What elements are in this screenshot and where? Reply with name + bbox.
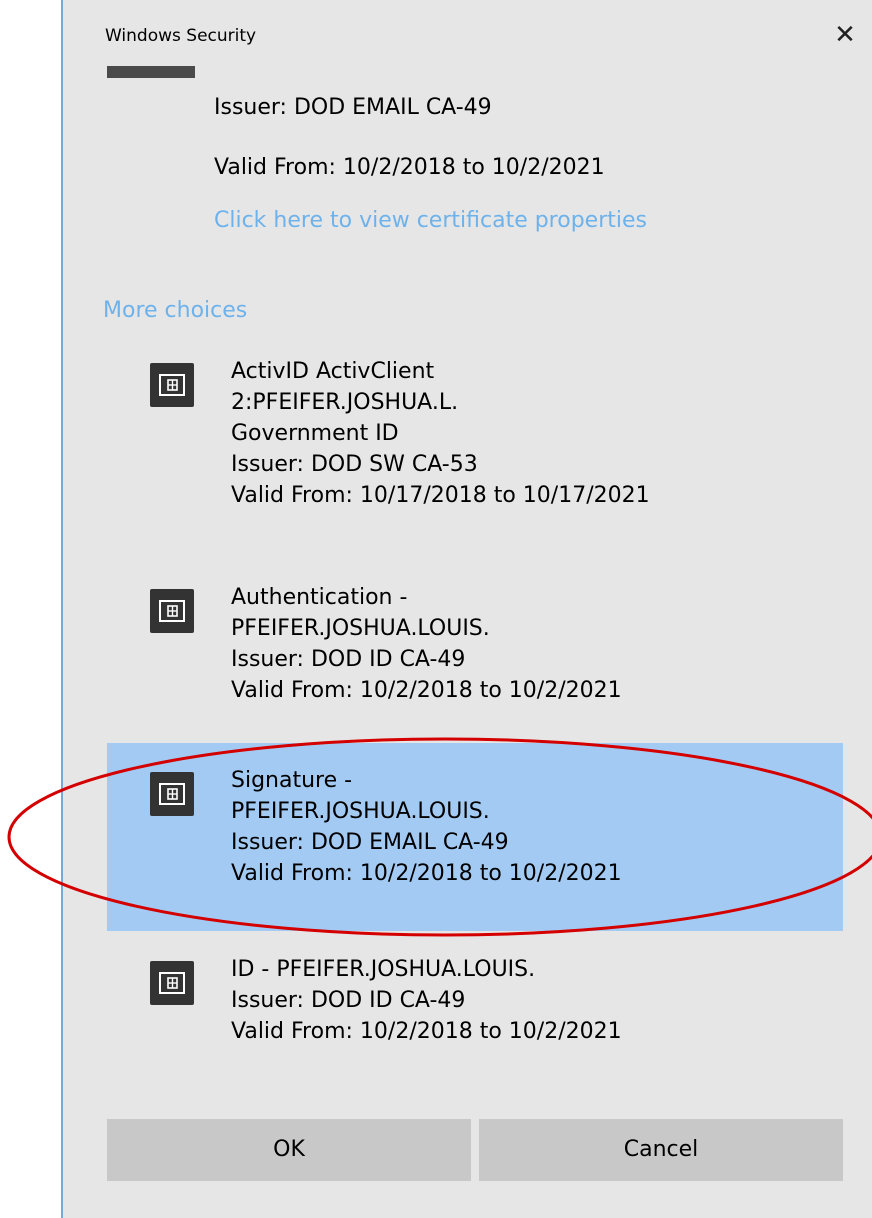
cert-line: Issuer: DOD ID CA-49 xyxy=(231,988,466,1013)
cert-line: Valid From: 10/17/2018 to 10/17/2021 xyxy=(231,483,650,508)
windows-security-dialog: Windows Security ✕ Issuer: DOD EMAIL CA-… xyxy=(61,0,872,1218)
cert-line: Valid From: 10/2/2018 to 10/2/2021 xyxy=(231,861,622,886)
cert-line: PFEIFER.JOSHUA.LOUIS. xyxy=(231,799,490,824)
cert-line: Valid From: 10/2/2018 to 10/2/2021 xyxy=(231,1019,622,1044)
cert-line: 2:PFEIFER.JOSHUA.L. xyxy=(231,390,459,415)
more-choices-link[interactable]: More choices xyxy=(103,298,247,323)
cert-line: Signature - xyxy=(231,768,353,793)
dialog-title: Windows Security xyxy=(105,26,257,46)
cert-line: Issuer: DOD EMAIL CA-49 xyxy=(231,830,509,855)
selected-cert-valid: Valid From: 10/2/2018 to 10/2/2021 xyxy=(214,155,605,180)
cert-line: ActivID ActivClient xyxy=(231,359,435,384)
smart-card-icon xyxy=(150,961,194,1005)
cert-item-signature[interactable]: Signature - PFEIFER.JOSHUA.LOUIS. Issuer… xyxy=(107,743,843,931)
smart-card-icon xyxy=(150,589,194,633)
cert-line: Issuer: DOD SW CA-53 xyxy=(231,452,478,477)
ok-button[interactable]: OK xyxy=(107,1119,471,1181)
selected-cert-issuer: Issuer: DOD EMAIL CA-49 xyxy=(214,95,492,120)
close-button[interactable]: ✕ xyxy=(828,18,862,52)
cert-line: ID - PFEIFER.JOSHUA.LOUIS. xyxy=(231,957,536,982)
cert-line: Issuer: DOD ID CA-49 xyxy=(231,647,466,672)
cancel-button[interactable]: Cancel xyxy=(479,1119,843,1181)
cert-line: Valid From: 10/2/2018 to 10/2/2021 xyxy=(231,678,622,703)
cert-item-activclient[interactable]: ActivID ActivClient 2:PFEIFER.JOSHUA.L. … xyxy=(107,352,843,532)
cert-item-authentication[interactable]: Authentication - PFEIFER.JOSHUA.LOUIS. I… xyxy=(107,578,843,720)
cert-item-id[interactable]: ID - PFEIFER.JOSHUA.LOUIS. Issuer: DOD I… xyxy=(107,950,843,1065)
redaction-bar xyxy=(107,66,195,78)
smart-card-icon xyxy=(150,772,194,816)
cert-line: Government ID xyxy=(231,421,399,446)
smart-card-icon xyxy=(150,363,194,407)
close-icon: ✕ xyxy=(834,20,856,50)
cert-line: Authentication - xyxy=(231,585,408,610)
cert-line: PFEIFER.JOSHUA.LOUIS. xyxy=(231,616,490,641)
view-certificate-properties-link[interactable]: Click here to view certificate propertie… xyxy=(214,208,647,233)
